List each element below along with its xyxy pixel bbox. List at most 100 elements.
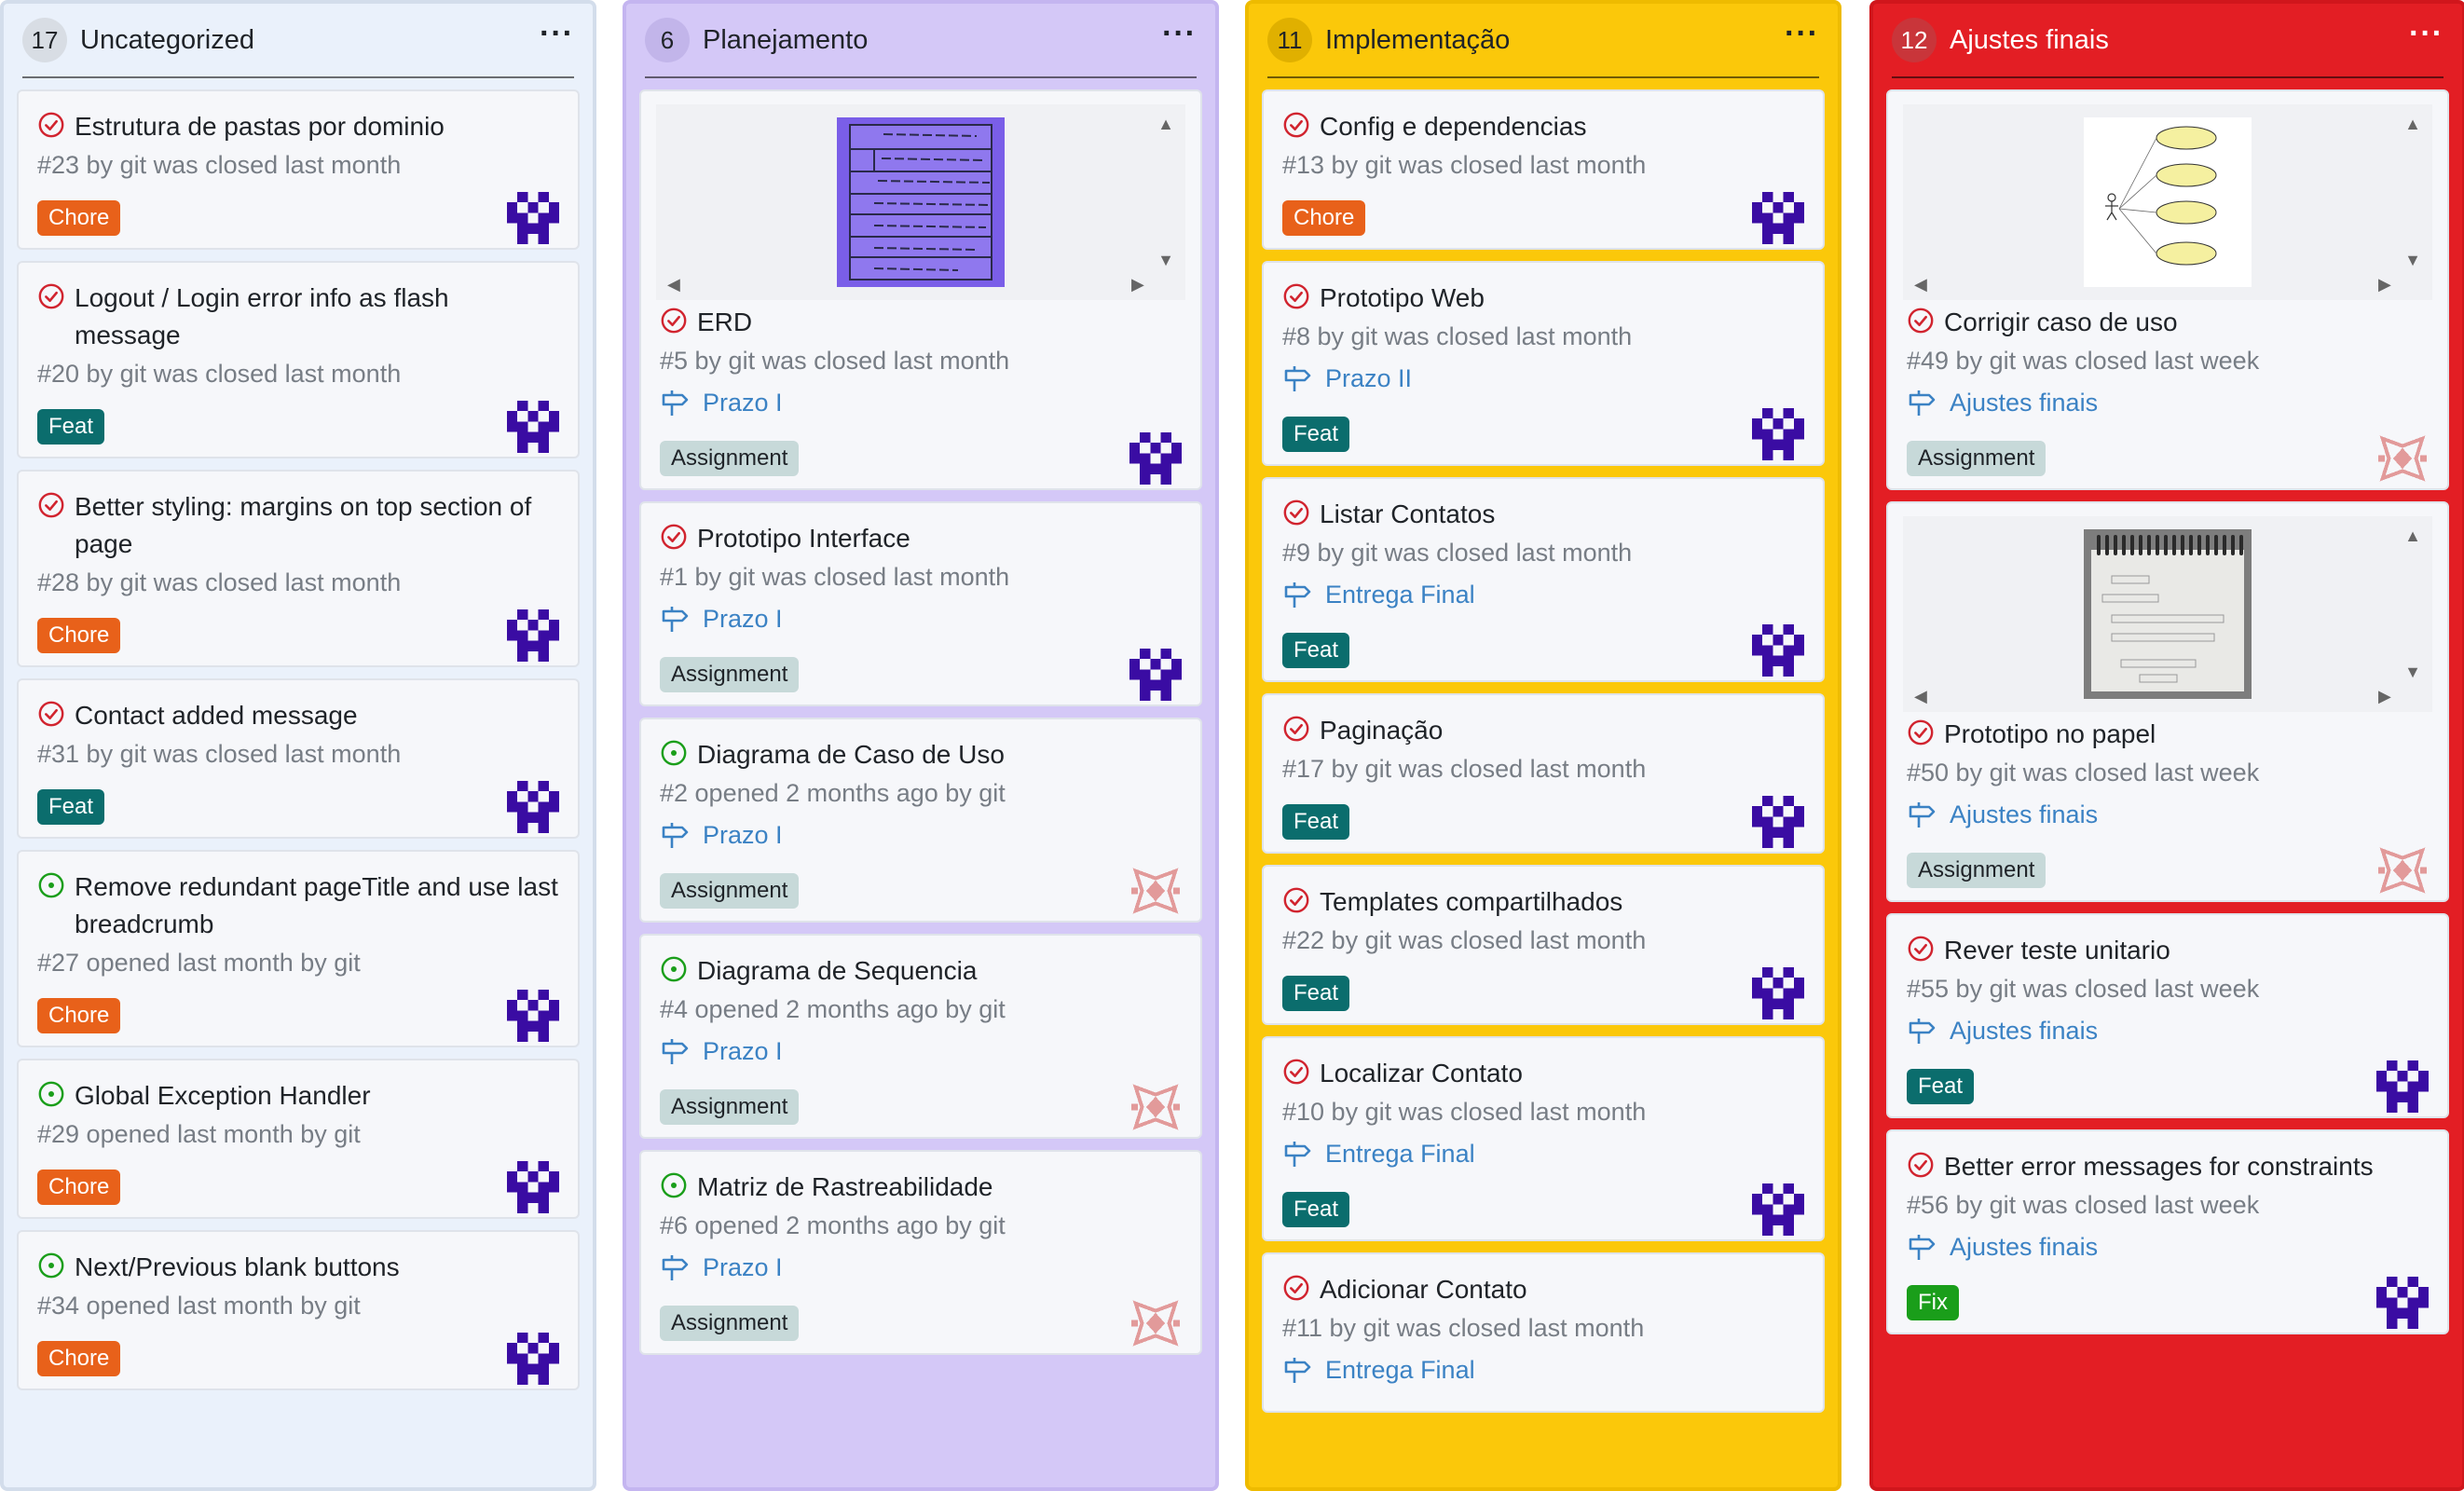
label-chore[interactable]: Chore [1282,200,1366,236]
scroll-up-arrow[interactable]: ▲ [1157,116,1174,132]
scroll-left-arrow[interactable]: ◀ [1914,688,1927,704]
milestone-label[interactable]: Prazo I [703,821,783,850]
scroll-left-arrow[interactable]: ◀ [667,276,680,293]
label-feat[interactable]: Feat [1282,976,1350,1011]
milestone-label[interactable]: Ajustes finais [1950,1233,2098,1262]
issue-title-link[interactable]: Logout / Login error info as flash messa… [75,280,559,354]
issue-card[interactable]: Better styling: margins on top section o… [17,470,580,667]
milestone-label[interactable]: Entrega Final [1325,1140,1475,1169]
attachment-preview[interactable]: ▲ ▼ ◀ ▶ [1903,516,2432,712]
milestone-link[interactable]: Entrega Final [1282,572,1804,617]
issue-card[interactable]: Logout / Login error info as flash messa… [17,261,580,458]
more-options-icon[interactable]: ··· [1785,18,1819,56]
label-feat[interactable]: Feat [1907,1069,1975,1104]
milestone-label[interactable]: Entrega Final [1325,1356,1475,1385]
issue-title-link[interactable]: Better error messages for constraints [1944,1148,2374,1185]
scroll-down-arrow[interactable]: ▼ [1157,252,1174,268]
issue-title-link[interactable]: Localizar Contato [1320,1055,1523,1092]
scroll-left-arrow[interactable]: ◀ [1914,276,1927,293]
milestone-link[interactable]: Prazo I [660,380,1182,425]
issue-title-link[interactable]: Config e dependencias [1320,108,1586,145]
milestone-link[interactable]: Ajustes finais [1907,792,2429,837]
issue-card[interactable]: ▲ ▼ ◀ ▶ Corrigir caso de uso #49 by git was c… [1886,89,2449,490]
label-chore[interactable]: Chore [37,200,121,236]
more-options-icon[interactable]: ··· [1162,18,1197,56]
issue-card[interactable]: Config e dependencias #13 by git was clos… [1262,89,1825,250]
scroll-down-arrow[interactable]: ▼ [2404,252,2421,268]
issue-card[interactable]: ▲ ▼ ◀ ▶ Prototipo no papel #50 by git was clo… [1886,501,2449,902]
label-chore[interactable]: Chore [37,1341,121,1376]
milestone-label[interactable]: Ajustes finais [1950,1017,2098,1046]
more-options-icon[interactable]: ··· [540,18,574,56]
issue-card[interactable]: Templates compartilhados #22 by git was c… [1262,865,1825,1025]
label-chore[interactable]: Chore [37,618,121,653]
issue-title-link[interactable]: Corrigir caso de uso [1944,304,2178,341]
label-assignment[interactable]: Assignment [1907,441,2046,476]
label-assignment[interactable]: Assignment [1907,853,2046,888]
label-assignment[interactable]: Assignment [660,1306,800,1341]
label-feat[interactable]: Feat [37,409,105,445]
issue-title-link[interactable]: Remove redundant pageTitle and use last … [75,869,559,943]
issue-title-link[interactable]: Adicionar Contato [1320,1271,1527,1308]
milestone-label[interactable]: Ajustes finais [1950,800,2098,829]
issue-title-link[interactable]: Prototipo Web [1320,280,1485,317]
issue-card[interactable]: Prototipo Interface #1 by git was closed … [639,501,1202,706]
issue-title-link[interactable]: ERD [697,304,752,341]
scroll-up-arrow[interactable]: ▲ [2404,527,2421,544]
issue-title-link[interactable]: Diagrama de Caso de Uso [697,736,1005,773]
issue-title-link[interactable]: Templates compartilhados [1320,883,1622,921]
milestone-label[interactable]: Prazo I [703,1253,783,1282]
issue-card[interactable]: Global Exception Handler #29 opened last … [17,1059,580,1219]
label-feat[interactable]: Feat [1282,1192,1350,1227]
milestone-link[interactable]: Ajustes finais [1907,1224,2429,1269]
label-fix[interactable]: Fix [1907,1285,1959,1320]
erd-photo-image[interactable] [837,117,1005,292]
issue-card[interactable]: Paginação #17 by git was closed last mont… [1262,693,1825,854]
issue-title-link[interactable]: Matriz de Rastreabilidade [697,1169,993,1206]
milestone-link[interactable]: Prazo I [660,813,1182,857]
issue-card[interactable]: Rever teste unitario #55 by git was close… [1886,913,2449,1118]
issue-card[interactable]: Better error messages for constraints #56… [1886,1129,2449,1334]
issue-title-link[interactable]: Better styling: margins on top section o… [75,488,559,563]
issue-title-link[interactable]: Contact added message [75,697,358,734]
issue-card[interactable]: Estrutura de pastas por dominio #23 by gi… [17,89,580,250]
issue-card[interactable]: Diagrama de Sequencia #4 opened 2 months … [639,934,1202,1139]
milestone-link[interactable]: Prazo I [660,596,1182,641]
issue-title-link[interactable]: Diagrama de Sequencia [697,952,977,990]
issue-card[interactable]: Listar Contatos #9 by git was closed last… [1262,477,1825,682]
usecase-diagram-image[interactable] [2084,117,2252,292]
label-chore[interactable]: Chore [37,1170,121,1205]
milestone-label[interactable]: Entrega Final [1325,581,1475,609]
scroll-down-arrow[interactable]: ▼ [2404,663,2421,680]
label-assignment[interactable]: Assignment [660,1089,800,1125]
issue-title-link[interactable]: Rever teste unitario [1944,932,2170,969]
issue-card[interactable]: Contact added message #31 by git was clos… [17,678,580,839]
milestone-label[interactable]: Prazo I [703,605,783,634]
issue-title-link[interactable]: Estrutura de pastas por dominio [75,108,445,145]
issue-card[interactable]: Diagrama de Caso de Uso #2 opened 2 month… [639,718,1202,923]
milestone-link[interactable]: Ajustes finais [1907,380,2429,425]
issue-card[interactable]: ▲ ▼ ◀ ▶ ERD #5 by git was closed last month Pr… [639,89,1202,490]
issue-title-link[interactable]: Prototipo no papel [1944,716,2156,753]
milestone-link[interactable]: Prazo I [660,1029,1182,1074]
issue-card[interactable]: Matriz de Rastreabilidade #6 opened 2 mon… [639,1150,1202,1355]
milestone-link[interactable]: Entrega Final [1282,1131,1804,1176]
issue-title-link[interactable]: Paginação [1320,712,1443,749]
scroll-right-arrow[interactable]: ▶ [2378,688,2391,704]
milestone-link[interactable]: Ajustes finais [1907,1008,2429,1053]
attachment-preview[interactable]: ▲ ▼ ◀ ▶ [1903,104,2432,300]
label-chore[interactable]: Chore [37,998,121,1033]
milestone-link[interactable]: Prazo I [660,1245,1182,1290]
scroll-up-arrow[interactable]: ▲ [2404,116,2421,132]
issue-title-link[interactable]: Prototipo Interface [697,520,910,557]
issue-card[interactable]: Adicionar Contato #11 by git was closed l… [1262,1252,1825,1413]
issue-card[interactable]: Prototipo Web #8 by git was closed last m… [1262,261,1825,466]
issue-title-link[interactable]: Next/Previous blank buttons [75,1249,400,1286]
label-feat[interactable]: Feat [1282,804,1350,840]
issue-title-link[interactable]: Listar Contatos [1320,496,1495,533]
label-assignment[interactable]: Assignment [660,873,800,909]
issue-card[interactable]: Remove redundant pageTitle and use last … [17,850,580,1047]
attachment-preview[interactable]: ▲ ▼ ◀ ▶ [656,104,1185,300]
scroll-right-arrow[interactable]: ▶ [2378,276,2391,293]
issue-card[interactable]: Localizar Contato #10 by git was closed l… [1262,1036,1825,1241]
